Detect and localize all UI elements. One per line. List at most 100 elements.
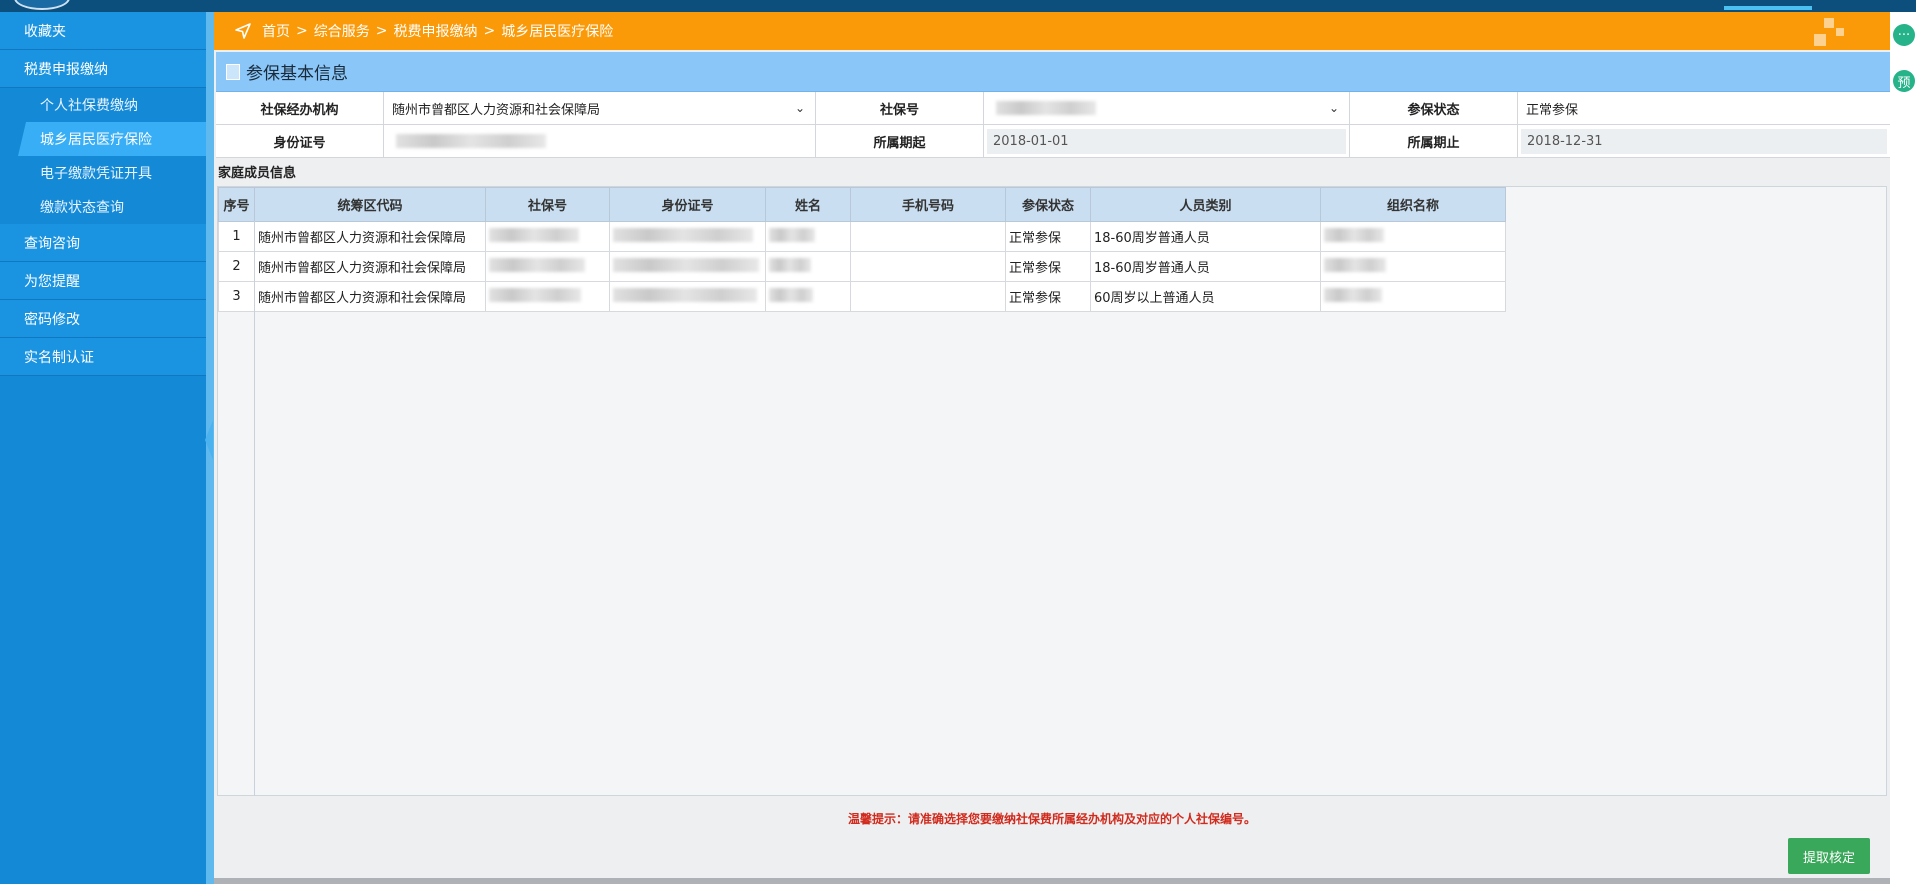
sidebar-item-label: 实名制认证 <box>24 349 94 366</box>
cell-organization <box>1320 281 1506 312</box>
form-row: 社保经办机构 随州市曾都区人力资源和社会保障局 ⌄ 社保号 ⌄ 参保状态 正常参… <box>216 92 1890 125</box>
breadcrumb: 首页 > 综合服务 > 税费申报缴纳 > 城乡居民医疗保险 <box>214 12 1890 50</box>
redacted-value <box>613 287 757 302</box>
sidebar-subitem-payment-status[interactable]: 缴款状态查询 <box>0 190 206 224</box>
column-header[interactable]: 序号 <box>218 187 255 222</box>
column-header[interactable]: 人员类别 <box>1090 187 1321 222</box>
sidebar-subitem-label: 电子缴款凭证开具 <box>40 166 152 182</box>
sidebar-item-label: 密码修改 <box>24 311 80 328</box>
family-table-container[interactable]: 序号 统筹区代码 社保号 身份证号 姓名 手机号码 参保状态 人员类别 组织名称… <box>217 186 1887 796</box>
column-header[interactable]: 社保号 <box>485 187 610 222</box>
sidebar-subitem-label: 城乡居民医疗保险 <box>40 132 152 148</box>
status-label: 参保状态 <box>1350 92 1518 124</box>
cell-region: 随州市曾都区人力资源和社会保障局 <box>254 251 486 282</box>
horizontal-scrollbar[interactable] <box>214 878 1890 884</box>
cell-organization <box>1320 221 1506 252</box>
column-header[interactable]: 统筹区代码 <box>254 187 486 222</box>
agency-label: 社保经办机构 <box>216 92 384 124</box>
sidebar-item-password[interactable]: 密码修改 <box>0 300 206 338</box>
cell-phone <box>850 251 1006 282</box>
cell-region: 随州市曾都区人力资源和社会保障局 <box>254 221 486 252</box>
warm-tip: 温馨提示：请准确选择您要缴纳社保费所属经办机构及对应的个人社保编号。 <box>847 812 1256 826</box>
cell-region: 随州市曾都区人力资源和社会保障局 <box>254 281 486 312</box>
cell-phone <box>850 281 1006 312</box>
breadcrumb-separator: > <box>375 23 388 39</box>
redacted-value <box>396 134 546 148</box>
redacted-value <box>769 287 813 302</box>
table-row[interactable]: 2 随州市曾都区人力资源和社会保障局 正常参保 18-60周岁普通人员 <box>218 251 1506 282</box>
cell-status: 正常参保 <box>1005 251 1091 282</box>
sidebar-item-tax-payment[interactable]: 税费申报缴纳 <box>0 50 206 88</box>
decorative-squares <box>1810 18 1850 48</box>
cell-ssn <box>485 281 610 312</box>
main-content: 首页 > 综合服务 > 税费申报缴纳 > 城乡居民医疗保险 参保基本信息 社保经… <box>214 12 1890 884</box>
cell-status: 正常参保 <box>1005 221 1091 252</box>
column-header[interactable]: 姓名 <box>765 187 851 222</box>
column-header[interactable]: 组织名称 <box>1320 187 1506 222</box>
cell-id <box>609 251 766 282</box>
cell-name <box>765 251 851 282</box>
sidebar-subitem-personal-social-insurance[interactable]: 个人社保费缴纳 <box>0 88 206 122</box>
sidebar-subitem-urban-rural-medical[interactable]: 城乡居民医疗保险 <box>18 122 206 156</box>
table-row[interactable]: 1 随州市曾都区人力资源和社会保障局 正常参保 18-60周岁普通人员 <box>218 221 1506 252</box>
sidebar-item-label: 为您提醒 <box>24 273 80 290</box>
start-period-value: 2018-01-01 <box>987 128 1346 154</box>
sidebar-subitem-label: 缴款状态查询 <box>40 200 124 216</box>
sidebar-subitem-e-receipt[interactable]: 电子缴款凭证开具 <box>0 156 206 190</box>
section-header: 参保基本信息 <box>216 52 1890 92</box>
preview-glyph: 预 <box>1897 75 1911 91</box>
cell-category: 18-60周岁普通人员 <box>1090 221 1321 252</box>
breadcrumb-separator: > <box>483 23 496 39</box>
redacted-value <box>1324 287 1382 302</box>
submit-button[interactable]: 提取核定 <box>1788 838 1870 874</box>
table-row[interactable]: 3 随州市曾都区人力资源和社会保障局 正常参保 60周岁以上普通人员 <box>218 281 1506 312</box>
cell-ssn <box>485 221 610 252</box>
status-value: 正常参保 <box>1526 102 1579 118</box>
start-period-label: 所属期起 <box>816 125 984 157</box>
agency-select[interactable]: 随州市曾都区人力资源和社会保障局 ⌄ <box>384 92 816 124</box>
redacted-value <box>769 257 811 272</box>
sidebar-item-label: 收藏夹 <box>24 23 66 40</box>
cell-ssn <box>485 251 610 282</box>
cell-category: 60周岁以上普通人员 <box>1090 281 1321 312</box>
redacted-value <box>1324 257 1386 272</box>
ssn-select[interactable]: ⌄ <box>984 92 1350 124</box>
redacted-value <box>489 227 579 242</box>
cell-id <box>609 221 766 252</box>
sidebar-item-favorites[interactable]: 收藏夹 <box>0 12 206 50</box>
cell-category: 18-60周岁普通人员 <box>1090 251 1321 282</box>
cell-name <box>765 221 851 252</box>
sidebar-item-real-name[interactable]: 实名制认证 <box>0 338 206 376</box>
chat-icon[interactable]: ··· <box>1893 24 1915 46</box>
table-header-row: 序号 统筹区代码 社保号 身份证号 姓名 手机号码 参保状态 人员类别 组织名称 <box>218 187 1506 222</box>
chat-glyph: ··· <box>1897 27 1911 43</box>
section-title: 参保基本信息 <box>246 64 348 84</box>
cell-no: 1 <box>218 221 255 252</box>
top-strip <box>0 0 1916 12</box>
cell-phone <box>850 221 1006 252</box>
sidebar: 收藏夹 税费申报缴纳 个人社保费缴纳 城乡居民医疗保险 电子缴款凭证开具 缴款状… <box>0 12 206 884</box>
breadcrumb-general-services[interactable]: 综合服务 <box>314 21 370 41</box>
column-divider <box>254 221 255 796</box>
column-header[interactable]: 手机号码 <box>850 187 1006 222</box>
sidebar-item-inquiry[interactable]: 查询咨询 <box>0 224 206 262</box>
breadcrumb-tax-payment[interactable]: 税费申报缴纳 <box>393 21 477 41</box>
column-header[interactable]: 参保状态 <box>1005 187 1091 222</box>
id-value <box>384 125 816 157</box>
cell-status: 正常参保 <box>1005 281 1091 312</box>
chevron-down-icon: ⌄ <box>794 101 805 115</box>
breadcrumb-separator: > <box>296 23 308 39</box>
navigation-arrow-icon <box>234 22 252 40</box>
preview-icon[interactable]: 预 <box>1893 70 1915 92</box>
cell-no: 3 <box>218 281 255 312</box>
column-header[interactable]: 身份证号 <box>609 187 766 222</box>
redacted-value <box>489 257 585 272</box>
sidebar-item-reminders[interactable]: 为您提醒 <box>0 262 206 300</box>
top-accent <box>1724 6 1812 10</box>
cell-organization <box>1320 251 1506 282</box>
breadcrumb-home[interactable]: 首页 <box>262 21 290 41</box>
logo <box>14 0 70 10</box>
redacted-value <box>489 287 581 302</box>
redacted-value <box>1324 227 1384 242</box>
chevron-down-icon: ⌄ <box>1328 101 1339 115</box>
